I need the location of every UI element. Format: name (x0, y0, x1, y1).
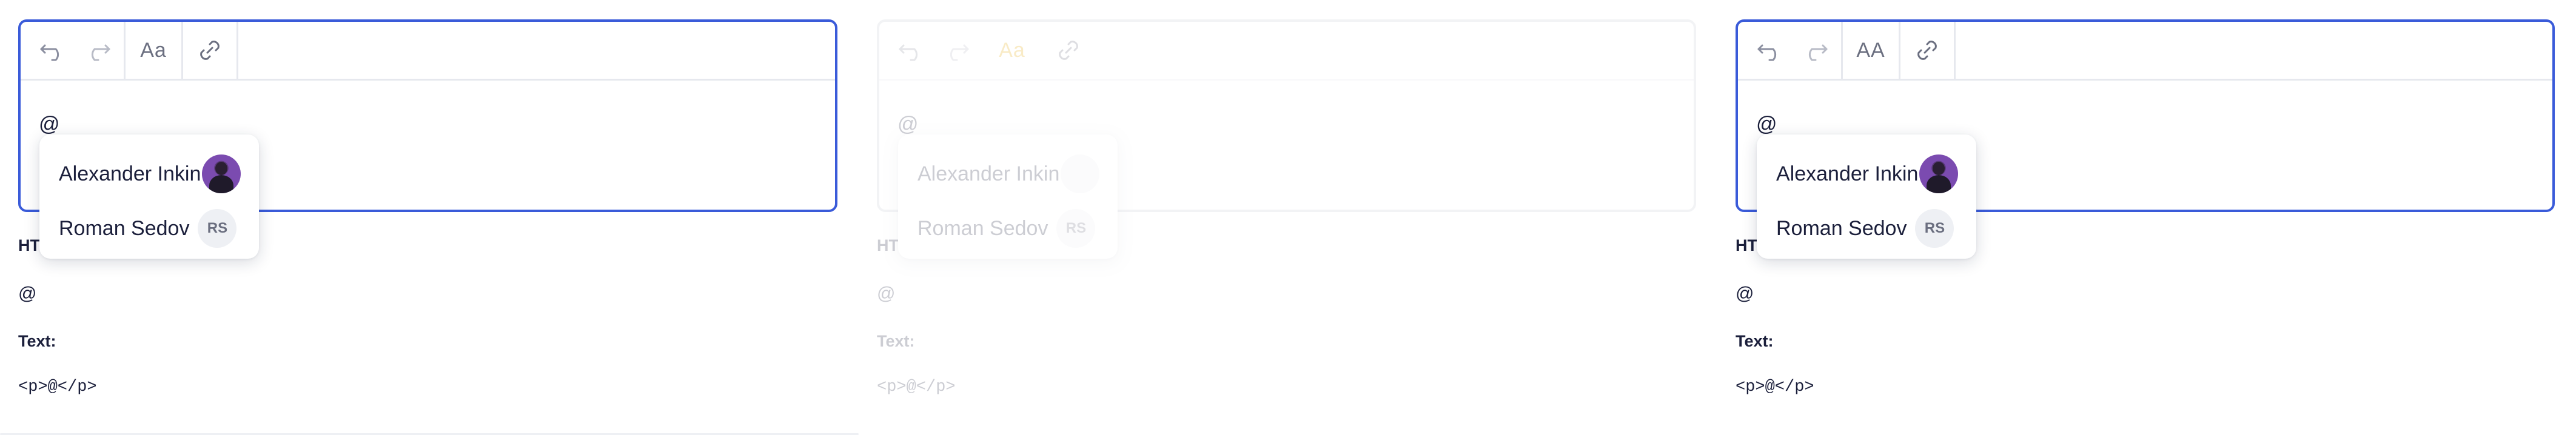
mention-name: Alexander Inkin (917, 162, 1060, 185)
undo-button[interactable] (1749, 26, 1793, 75)
history-group (21, 22, 126, 79)
text-label: Text: (18, 332, 56, 350)
avatar (1061, 154, 1100, 193)
mention-name: Roman Sedov (59, 216, 190, 240)
editor-content[interactable]: @ (1756, 113, 1777, 136)
font-group: Aa (126, 22, 183, 79)
html-value: @ (877, 284, 896, 304)
font-size-label: Aa (999, 38, 1025, 62)
mention-option-alexander-inkin[interactable]: Alexander Inkin (59, 153, 241, 195)
undo-icon (40, 39, 67, 61)
html-value: @ (1736, 284, 1754, 304)
undo-icon (899, 39, 925, 61)
font-size-label: AA (1856, 38, 1885, 62)
avatar: RS (198, 209, 237, 248)
mention-dropdown: Alexander Inkin Roman Sedov RS (39, 134, 259, 259)
mention-dropdown: Alexander Inkin Roman Sedov RS (898, 134, 1118, 259)
redo-button[interactable] (934, 26, 978, 75)
link-icon (196, 37, 223, 64)
text-value: <p>@</p> (18, 378, 97, 396)
mention-name: Alexander Inkin (59, 162, 201, 185)
avatar: RS (1915, 209, 1954, 248)
mention-option-alexander-inkin[interactable]: Alexander Inkin (1776, 153, 1959, 195)
link-icon (1055, 37, 1082, 64)
avatar (202, 154, 241, 193)
avatar: RS (1056, 209, 1096, 248)
editor-toolbar: AA (1738, 22, 2552, 81)
font-size-label: Aa (140, 38, 167, 62)
undo-icon (1757, 39, 1784, 61)
text-value: <p>@</p> (877, 378, 956, 396)
mention-dropdown: Alexander Inkin Roman Sedov RS (1757, 134, 1976, 259)
editor-panel-3: AA @ Alexander Inkin Roman Sedov RS @ Te… (1717, 0, 2576, 435)
mention-name: Roman Sedov (1776, 216, 1907, 240)
link-button[interactable] (188, 26, 232, 75)
redo-icon (84, 39, 110, 61)
link-group (1042, 22, 1097, 79)
mention-name: Alexander Inkin (1776, 162, 1919, 185)
redo-button[interactable] (75, 26, 119, 75)
font-size-button[interactable]: Aa (132, 26, 175, 75)
redo-icon (942, 39, 969, 61)
history-group (1738, 22, 1843, 79)
redo-button[interactable] (1793, 26, 1836, 75)
html-value: @ (18, 284, 37, 304)
text-label: Text: (877, 332, 915, 350)
undo-button[interactable] (32, 26, 75, 75)
mention-option-alexander-inkin[interactable]: Alexander Inkin (917, 153, 1100, 195)
editor-content[interactable]: @ (897, 113, 919, 136)
editor-panel-2: Aa @ Alexander Inkin Roman Sedov RS @ Te… (859, 0, 1717, 435)
editor-content[interactable]: @ (39, 113, 60, 136)
text-label: Text: (1736, 332, 1774, 350)
link-group (183, 22, 238, 79)
link-button[interactable] (1047, 26, 1090, 75)
text-value: <p>@</p> (1736, 378, 1814, 396)
font-size-button[interactable]: Aa (990, 26, 1034, 75)
redo-icon (1801, 39, 1828, 61)
link-icon (1914, 37, 1940, 64)
editor-panel-1: Aa @ Alexander Inkin Roman Sedov RS @ Te… (0, 0, 859, 435)
font-group: Aa (984, 22, 1042, 79)
font-group: AA (1843, 22, 1900, 79)
mention-option-roman-sedov[interactable]: Roman Sedov RS (1776, 207, 1954, 250)
mention-option-roman-sedov[interactable]: Roman Sedov RS (59, 207, 237, 250)
history-group (879, 22, 984, 79)
link-group (1900, 22, 1956, 79)
undo-button[interactable] (890, 26, 934, 75)
font-size-button[interactable]: AA (1849, 26, 1893, 75)
avatar (1919, 154, 1959, 193)
editor-toolbar: Aa (21, 22, 835, 81)
link-button[interactable] (1905, 26, 1949, 75)
mention-option-roman-sedov[interactable]: Roman Sedov RS (917, 207, 1096, 250)
page: Aa @ Alexander Inkin Roman Sedov RS @ Te… (0, 0, 2576, 435)
editor-toolbar: Aa (879, 22, 1694, 81)
mention-name: Roman Sedov (917, 216, 1048, 240)
